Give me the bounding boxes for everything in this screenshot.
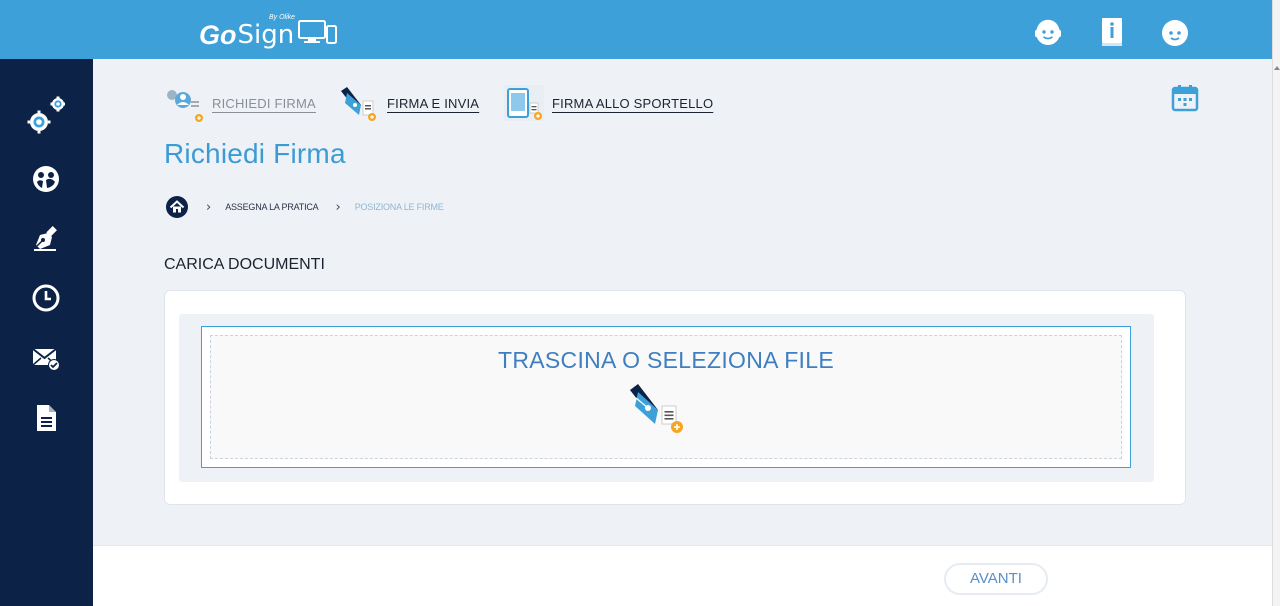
upload-card: TRASCINA O SELEZIONA FILE — [164, 290, 1186, 505]
top-bar: Go Sign By Olike — [0, 0, 1272, 59]
breadcrumb-step-assign[interactable]: ASSEGNA LA PRATICA — [225, 202, 318, 212]
action-label: FIRMA ALLO SPORTELLO — [552, 95, 714, 111]
signature-pen-icon[interactable] — [31, 223, 61, 253]
signature-upload-icon — [630, 384, 683, 433]
section-title: CARICA DOCUMENTI — [164, 256, 325, 273]
devices-icon — [298, 20, 338, 44]
calendar-icon[interactable] — [1171, 84, 1199, 112]
action-firma-allo-sportello[interactable]: FIRMA ALLO SPORTELLO — [502, 83, 713, 123]
user-face-icon[interactable] — [1160, 17, 1190, 47]
action-label: RICHIEDI FIRMA — [212, 95, 316, 111]
breadcrumb: › ASSEGNA LA PRATICA › POSIZIONA LE FIRM… — [165, 194, 444, 220]
footer-bar — [93, 545, 1272, 606]
counter-signature-icon — [504, 85, 544, 121]
chevron-right-icon: › — [335, 199, 341, 215]
scroll-up-arrow-icon[interactable] — [1274, 66, 1280, 70]
action-richiedi-firma[interactable]: RICHIEDI FIRMA — [164, 83, 316, 123]
chevron-right-icon: › — [206, 199, 212, 215]
info-book-icon[interactable] — [1097, 17, 1127, 47]
sign-and-send-icon — [341, 87, 376, 121]
dropzone-label: TRASCINA O SELEZIONA FILE — [498, 347, 834, 373]
action-firma-e-invia[interactable]: FIRMA E INVIA — [337, 83, 479, 123]
file-dropzone[interactable]: TRASCINA O SELEZIONA FILE — [201, 326, 1131, 468]
logo-text-sign: Sign — [237, 20, 295, 50]
next-button[interactable]: AVANTI — [944, 563, 1048, 595]
history-clock-icon[interactable] — [31, 283, 61, 313]
gosign-logo[interactable]: Go Sign By Olike — [199, 12, 338, 50]
upload-panel: TRASCINA O SELEZIONA FILE — [179, 314, 1154, 482]
action-label: FIRMA E INVIA — [387, 95, 480, 111]
settings-gears-icon[interactable] — [25, 96, 65, 136]
support-headset-icon[interactable] — [1033, 17, 1063, 47]
document-icon[interactable] — [31, 403, 61, 433]
breadcrumb-step-position: POSIZIONA LE FIRME — [354, 202, 444, 212]
mail-check-icon[interactable] — [31, 343, 61, 373]
page-scrollbar[interactable] — [1272, 0, 1280, 606]
dashboard-icon[interactable] — [31, 164, 61, 194]
logo-text-go: Go — [199, 20, 237, 50]
request-signature-icon — [167, 90, 203, 122]
page-title: Richiedi Firma — [164, 138, 346, 169]
home-icon[interactable] — [165, 195, 189, 219]
logo-by-line: By Olike — [269, 14, 296, 21]
sidebar — [0, 59, 93, 606]
